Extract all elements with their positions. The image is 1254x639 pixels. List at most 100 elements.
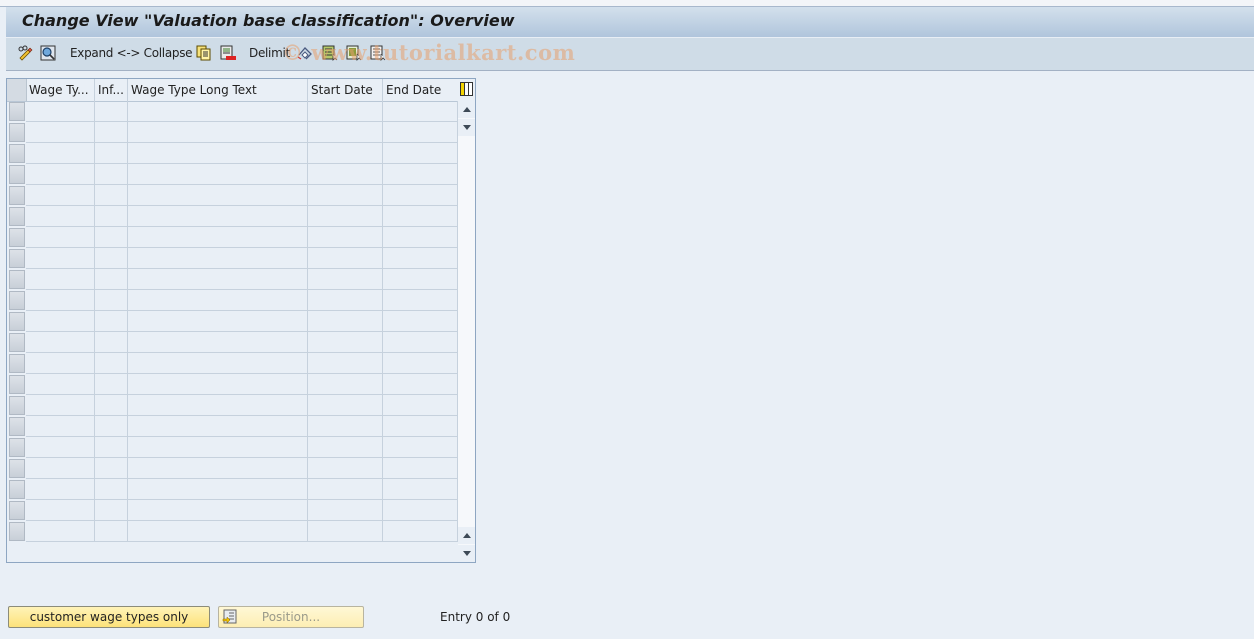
row-selector[interactable]	[9, 354, 25, 373]
column-header-wage-type[interactable]: Wage Ty...	[26, 79, 95, 101]
row-selector[interactable]	[9, 186, 25, 205]
table-cell[interactable]	[383, 374, 458, 395]
row-selector[interactable]	[9, 333, 25, 352]
select-block-button[interactable]	[346, 44, 362, 62]
table-cell[interactable]	[383, 500, 458, 521]
row-selector[interactable]	[9, 228, 25, 247]
table-cell[interactable]	[383, 206, 458, 227]
table-cell[interactable]	[128, 185, 308, 206]
table-cell[interactable]	[308, 458, 383, 479]
table-cell[interactable]	[383, 164, 458, 185]
table-cell[interactable]	[128, 395, 308, 416]
table-cell[interactable]	[308, 395, 383, 416]
table-cell[interactable]	[26, 395, 95, 416]
table-cell[interactable]	[95, 101, 128, 122]
table-settings-icon[interactable]	[460, 82, 473, 96]
table-cell[interactable]	[128, 227, 308, 248]
delete-button[interactable]	[220, 44, 236, 62]
select-all-rows-cell[interactable]	[7, 79, 27, 101]
table-cell[interactable]	[383, 143, 458, 164]
table-cell[interactable]	[308, 227, 383, 248]
table-cell[interactable]	[383, 248, 458, 269]
table-cell[interactable]	[308, 332, 383, 353]
table-cell[interactable]	[308, 374, 383, 395]
table-cell[interactable]	[128, 521, 308, 542]
table-cell[interactable]	[95, 248, 128, 269]
table-cell[interactable]	[383, 479, 458, 500]
table-cell[interactable]	[26, 143, 95, 164]
table-cell[interactable]	[26, 227, 95, 248]
table-cell[interactable]	[26, 437, 95, 458]
table-cell[interactable]	[128, 290, 308, 311]
table-cell[interactable]	[26, 521, 95, 542]
position-button[interactable]: Position...	[218, 606, 364, 628]
table-cell[interactable]	[383, 269, 458, 290]
table-cell[interactable]	[128, 479, 308, 500]
column-header-end-date[interactable]: End Date	[383, 79, 458, 101]
table-cell[interactable]	[128, 311, 308, 332]
table-cell[interactable]	[383, 395, 458, 416]
table-cell[interactable]	[128, 332, 308, 353]
table-cell[interactable]	[95, 332, 128, 353]
table-cell[interactable]	[26, 269, 95, 290]
table-cell[interactable]	[128, 206, 308, 227]
table-cell[interactable]	[128, 500, 308, 521]
row-selector[interactable]	[9, 270, 25, 289]
scroll-page-down-button[interactable]	[458, 119, 475, 136]
table-cell[interactable]	[308, 269, 383, 290]
row-selector[interactable]	[9, 375, 25, 394]
row-selector[interactable]	[9, 417, 25, 436]
row-selector[interactable]	[9, 501, 25, 520]
table-cell[interactable]	[308, 353, 383, 374]
table-cell[interactable]	[26, 248, 95, 269]
row-selector[interactable]	[9, 522, 25, 541]
table-cell[interactable]	[383, 122, 458, 143]
table-cell[interactable]	[95, 416, 128, 437]
table-cell[interactable]	[128, 248, 308, 269]
table-cell[interactable]	[26, 416, 95, 437]
row-selector[interactable]	[9, 312, 25, 331]
table-cell[interactable]	[95, 500, 128, 521]
table-cell[interactable]	[383, 458, 458, 479]
table-cell[interactable]	[383, 311, 458, 332]
table-cell[interactable]	[26, 122, 95, 143]
table-cell[interactable]	[26, 479, 95, 500]
table-cell[interactable]	[308, 479, 383, 500]
table-cell[interactable]	[128, 122, 308, 143]
row-selector[interactable]	[9, 438, 25, 457]
copy-as-button[interactable]	[196, 44, 212, 62]
row-selector[interactable]	[9, 291, 25, 310]
row-selector[interactable]	[9, 480, 25, 499]
table-cell[interactable]	[308, 416, 383, 437]
table-cell[interactable]	[383, 437, 458, 458]
table-cell[interactable]	[308, 122, 383, 143]
row-selector[interactable]	[9, 144, 25, 163]
table-cell[interactable]	[383, 185, 458, 206]
row-selector[interactable]	[9, 102, 25, 121]
table-cell[interactable]	[26, 290, 95, 311]
expand-collapse-button[interactable]: Expand <-> Collapse	[70, 44, 193, 62]
table-cell[interactable]	[128, 458, 308, 479]
deselect-all-button[interactable]	[370, 44, 386, 62]
table-cell[interactable]	[95, 227, 128, 248]
table-cell[interactable]	[128, 374, 308, 395]
table-cell[interactable]	[95, 353, 128, 374]
table-cell[interactable]	[128, 269, 308, 290]
table-cell[interactable]	[308, 248, 383, 269]
table-cell[interactable]	[383, 521, 458, 542]
table-cell[interactable]	[308, 185, 383, 206]
undo-change-button[interactable]	[297, 44, 313, 62]
row-selector[interactable]	[9, 459, 25, 478]
table-cell[interactable]	[308, 164, 383, 185]
table-cell[interactable]	[95, 374, 128, 395]
table-cell[interactable]	[95, 458, 128, 479]
table-cell[interactable]	[308, 101, 383, 122]
table-cell[interactable]	[383, 290, 458, 311]
table-cell[interactable]	[383, 101, 458, 122]
table-cell[interactable]	[26, 206, 95, 227]
table-cell[interactable]	[95, 269, 128, 290]
scroll-up-button[interactable]	[458, 101, 475, 118]
table-cell[interactable]	[95, 311, 128, 332]
row-selector[interactable]	[9, 396, 25, 415]
table-cell[interactable]	[95, 395, 128, 416]
